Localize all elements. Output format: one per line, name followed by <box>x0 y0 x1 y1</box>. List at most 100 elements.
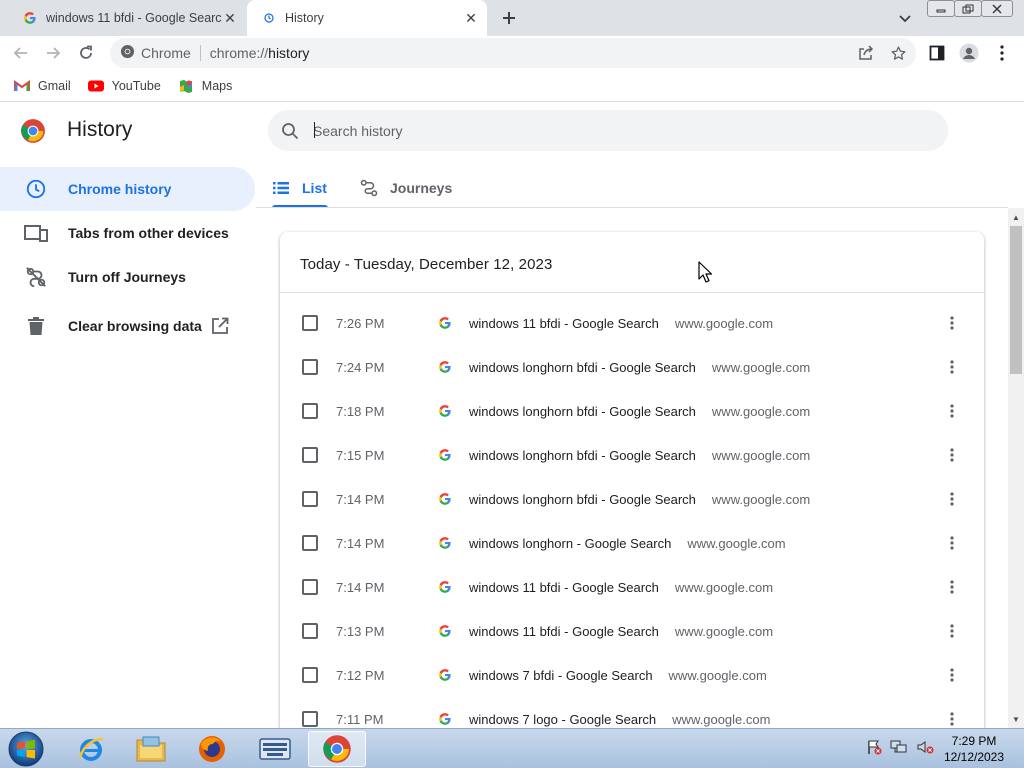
page-title-link[interactable]: windows longhorn - Google Search <box>469 536 671 551</box>
more-actions-icon[interactable] <box>944 533 960 553</box>
google-icon <box>438 624 452 638</box>
tabs-divider <box>256 207 1008 208</box>
bookmark-label: YouTube <box>111 78 161 93</box>
more-actions-icon[interactable] <box>944 445 960 465</box>
action-center-flag-icon[interactable] <box>866 739 882 760</box>
history-row[interactable]: 7:13 PM windows 11 bfdi - Google Search … <box>280 609 984 653</box>
history-row[interactable]: 7:12 PM windows 7 bfdi - Google Search w… <box>280 653 984 697</box>
page-title-link[interactable]: windows longhorn bfdi - Google Search <box>469 360 696 375</box>
history-row[interactable]: 7:24 PM windows longhorn bfdi - Google S… <box>280 345 984 389</box>
visit-time: 7:18 PM <box>336 403 385 419</box>
tab-label: Journeys <box>390 180 453 196</box>
tab-history[interactable]: History ✕ <box>247 0 487 36</box>
site-label: Chrome <box>141 45 191 61</box>
page-title-link[interactable]: windows longhorn bfdi - Google Search <box>469 404 696 419</box>
restore-icon[interactable] <box>954 0 982 17</box>
minimize-icon[interactable] <box>927 0 955 17</box>
back-icon[interactable] <box>10 42 32 64</box>
more-actions-icon[interactable] <box>944 489 960 509</box>
history-row[interactable]: 7:14 PM windows 11 bfdi - Google Search … <box>280 565 984 609</box>
google-icon <box>438 712 452 726</box>
tab-google-search[interactable]: windows 11 bfdi - Google Search ✕ <box>8 0 246 36</box>
bookmark-gmail[interactable]: Gmail <box>14 79 71 93</box>
row-checkbox[interactable] <box>302 535 318 551</box>
start-button-icon[interactable] <box>6 730 46 768</box>
day-heading: Today - Tuesday, December 12, 2023 <box>300 256 553 273</box>
row-checkbox[interactable] <box>302 667 318 683</box>
bookmark-youtube[interactable]: YouTube <box>87 78 161 93</box>
row-checkbox[interactable] <box>302 403 318 419</box>
system-tray <box>866 729 934 768</box>
row-checkbox[interactable] <box>302 315 318 331</box>
firefox-icon[interactable] <box>183 731 241 767</box>
history-row[interactable]: 7:26 PM windows 11 bfdi - Google Search … <box>280 301 984 345</box>
visit-time: 7:15 PM <box>336 447 385 463</box>
more-actions-icon[interactable] <box>944 357 960 377</box>
address-bar[interactable]: Chrome chrome://history <box>110 38 916 68</box>
more-actions-icon[interactable] <box>944 577 960 597</box>
page-title-link[interactable]: windows 11 bfdi - Google Search <box>469 580 659 595</box>
sidebar-item-clear-browsing-data[interactable]: Clear browsing data <box>0 304 255 348</box>
row-checkbox[interactable] <box>302 711 318 727</box>
taskbar-clock[interactable]: 7:29 PM 12/12/2023 <box>930 733 1018 765</box>
profile-icon[interactable] <box>958 42 980 64</box>
page-domain: www.google.com <box>668 667 767 683</box>
journeys-off-icon <box>24 265 48 289</box>
history-row[interactable]: 7:14 PM windows longhorn - Google Search… <box>280 521 984 565</box>
more-actions-icon[interactable] <box>944 709 960 729</box>
more-actions-icon[interactable] <box>944 313 960 333</box>
devices-icon <box>24 221 48 245</box>
new-tab-button[interactable] <box>498 7 520 29</box>
history-row[interactable]: 7:18 PM windows longhorn bfdi - Google S… <box>280 389 984 433</box>
history-search-box[interactable] <box>268 110 948 151</box>
row-checkbox[interactable] <box>302 623 318 639</box>
history-row[interactable]: 7:14 PM windows longhorn bfdi - Google S… <box>280 477 984 521</box>
tab-title: History <box>285 11 324 25</box>
bookmark-star-icon[interactable] <box>887 42 909 64</box>
row-checkbox[interactable] <box>302 359 318 375</box>
internet-explorer-icon[interactable] <box>62 731 120 767</box>
google-icon <box>438 492 452 506</box>
more-actions-icon[interactable] <box>944 665 960 685</box>
close-window-icon[interactable] <box>981 0 1013 17</box>
tab-list[interactable]: List <box>272 168 328 208</box>
scroll-down-icon[interactable]: ▼ <box>1008 711 1024 727</box>
visit-time: 7:13 PM <box>336 623 385 639</box>
row-checkbox[interactable] <box>302 579 318 595</box>
page-title-link[interactable]: windows 11 bfdi - Google Search <box>469 624 659 639</box>
side-panel-icon[interactable] <box>926 42 948 64</box>
page-title-link[interactable]: windows longhorn bfdi - Google Search <box>469 448 696 463</box>
page-title-link[interactable]: windows 7 logo - Google Search <box>469 712 656 727</box>
network-icon[interactable] <box>890 739 908 760</box>
share-icon[interactable] <box>855 42 877 64</box>
close-icon[interactable]: ✕ <box>222 10 238 26</box>
tab-search-icon[interactable] <box>896 9 914 27</box>
sidebar-item-turn-off-journeys[interactable]: Turn off Journeys <box>0 255 255 299</box>
more-actions-icon[interactable] <box>944 401 960 421</box>
page-title-link[interactable]: windows 11 bfdi - Google Search <box>469 316 659 331</box>
reload-icon[interactable] <box>75 42 97 64</box>
close-icon[interactable]: ✕ <box>463 10 479 26</box>
scroll-up-icon[interactable]: ▲ <box>1008 209 1024 225</box>
row-text: windows longhorn bfdi - Google Search ww… <box>469 492 810 507</box>
row-checkbox[interactable] <box>302 491 318 507</box>
sidebar-item-label: Chrome history <box>68 181 172 197</box>
google-icon <box>22 10 38 26</box>
page-title-link[interactable]: windows longhorn bfdi - Google Search <box>469 492 696 507</box>
sidebar-item-other-devices[interactable]: Tabs from other devices <box>0 211 255 255</box>
file-explorer-icon[interactable] <box>122 731 180 767</box>
menu-kebab-icon[interactable] <box>991 42 1013 64</box>
page-title-link[interactable]: windows 7 bfdi - Google Search <box>469 668 653 683</box>
search-input[interactable] <box>313 120 913 142</box>
bookmark-maps[interactable]: Maps <box>178 79 232 93</box>
tab-journeys[interactable]: Journeys <box>360 168 452 208</box>
chrome-icon[interactable] <box>308 731 366 767</box>
sidebar-item-chrome-history[interactable]: Chrome history <box>0 167 255 211</box>
history-row[interactable]: 7:15 PM windows longhorn bfdi - Google S… <box>280 433 984 477</box>
forward-icon[interactable] <box>42 42 64 64</box>
scrollbar-thumb[interactable] <box>1010 226 1022 374</box>
bookmark-label: Gmail <box>38 78 71 93</box>
row-checkbox[interactable] <box>302 447 318 463</box>
keyboard-app-icon[interactable] <box>246 731 304 767</box>
more-actions-icon[interactable] <box>944 621 960 641</box>
